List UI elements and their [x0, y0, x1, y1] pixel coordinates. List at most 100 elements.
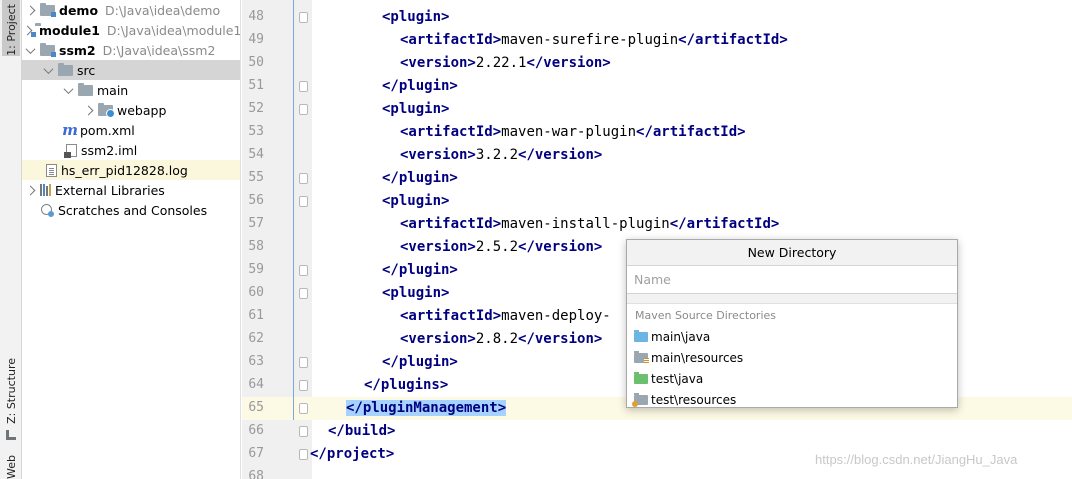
chevron-right-icon[interactable] — [82, 104, 94, 116]
fold-marker-icon[interactable] — [299, 380, 308, 391]
fold-marker-icon[interactable] — [299, 288, 308, 299]
code-content: <artifactId>maven-war-plugin</artifactId… — [400, 123, 746, 142]
chevron-down-icon[interactable] — [24, 44, 36, 56]
maven-icon: m — [62, 121, 78, 139]
xml-tag: </plugin> — [382, 262, 458, 278]
tree-item-src[interactable]: src — [22, 60, 240, 80]
code-content: <version>2.5.2</version> — [400, 238, 602, 257]
chevron-right-icon[interactable] — [24, 4, 36, 16]
code-line[interactable]: 57 <artifactId>maven-install-plugin</arti… — [242, 213, 1072, 236]
tree-item-label: ssm2.iml — [81, 142, 138, 158]
xml-closing-tag: </version> — [526, 55, 611, 71]
fold-marker-icon[interactable] — [299, 449, 308, 460]
fold-marker-icon[interactable] — [299, 265, 308, 276]
code-content: <version>2.22.1</version> — [400, 54, 611, 73]
project-tree: demo D:\Java\idea\demo module1 D:\Java\i… — [22, 0, 241, 479]
code-content: <plugin> — [382, 192, 449, 211]
tree-item-module1[interactable]: module1 D:\Java\idea\module1 — [22, 20, 241, 40]
line-number: 64 — [248, 377, 264, 392]
option-main-resources[interactable]: main\resources — [627, 347, 957, 368]
new-directory-popup: New Directory Maven Source Directories m… — [626, 239, 958, 408]
structure-tool-tab-label: Z: Structure — [4, 358, 18, 424]
module-file-icon — [64, 143, 77, 158]
fold-marker-icon[interactable] — [299, 104, 308, 115]
indent-guide — [293, 0, 294, 420]
code-line[interactable]: 55 </plugin> — [242, 167, 1072, 190]
chevron-right-icon[interactable] — [24, 184, 36, 196]
tree-item-path: D:\Java\idea\module1 — [106, 22, 241, 38]
xml-closing-tag: </version> — [518, 147, 603, 163]
tree-item-label: webapp — [117, 102, 167, 118]
code-content: <version>3.2.2</version> — [400, 146, 602, 165]
xml-closing-tag: </version> — [518, 331, 603, 347]
web-tool-tab[interactable]: Web — [2, 455, 20, 479]
code-line[interactable]: 66 </build> — [242, 420, 1072, 443]
code-line[interactable]: 53 <artifactId>maven-war-plugin</artifact… — [242, 121, 1072, 144]
code-line[interactable]: 54 <version>3.2.2</version> — [242, 144, 1072, 167]
code-content: </plugin> — [382, 261, 458, 280]
tree-item-pom[interactable]: m pom.xml — [22, 120, 240, 140]
code-content: </plugin> — [382, 77, 458, 96]
fold-marker-icon[interactable] — [299, 426, 308, 437]
xml-tag: <version> — [400, 239, 476, 255]
tree-item-external-libraries[interactable]: External Libraries — [22, 180, 240, 200]
tree-item-path: D:\Java\idea\demo — [105, 2, 221, 18]
project-tool-tab[interactable]: 1: Project — [2, 0, 20, 56]
tree-item-label: pom.xml — [80, 122, 135, 138]
module-folder-icon — [40, 2, 56, 17]
xml-tag: </plugins> — [364, 377, 449, 393]
tree-item-log[interactable]: hs_err_pid12828.log — [22, 160, 240, 180]
line-number: 49 — [248, 32, 264, 47]
code-content: <artifactId>maven-surefire-plugin</artif… — [400, 31, 788, 50]
fold-marker-icon[interactable] — [299, 81, 308, 92]
fold-marker-icon[interactable] — [299, 12, 308, 23]
line-number: 50 — [248, 55, 264, 70]
xml-text: maven-surefire-plugin — [501, 32, 679, 48]
code-line[interactable]: 48 <plugin> — [242, 6, 1072, 29]
tree-item-path: D:\Java\idea\ssm2 — [102, 42, 216, 58]
code-line[interactable]: 49 <artifactId>maven-surefire-plugin</art… — [242, 29, 1072, 52]
xml-text: maven-deploy- — [501, 308, 611, 324]
structure-icon — [6, 429, 16, 440]
structure-tool-tab[interactable]: Z: Structure — [2, 358, 20, 442]
line-number: 66 — [248, 423, 264, 438]
xml-closing-tag: </artifactId> — [669, 216, 780, 232]
code-content: <plugin> — [382, 8, 449, 27]
tool-window-stripe: 1: Project Z: Structure Web — [0, 0, 22, 479]
option-test-resources[interactable]: test\resources — [627, 389, 957, 410]
tree-item-iml[interactable]: ssm2.iml — [22, 140, 240, 160]
xml-tag: <artifactId> — [400, 124, 502, 140]
fold-marker-icon[interactable] — [299, 403, 308, 414]
code-line[interactable]: 50 <version>2.22.1</version> — [242, 52, 1072, 75]
code-line[interactable]: 56 <plugin> — [242, 190, 1072, 213]
tree-item-label: hs_err_pid12828.log — [61, 162, 188, 178]
tree-item-main[interactable]: main — [22, 80, 240, 100]
fold-marker-icon[interactable] — [299, 173, 308, 184]
option-test-java[interactable]: test\java — [627, 368, 957, 389]
scratches-icon — [40, 203, 54, 217]
directory-name-input[interactable] — [627, 266, 957, 294]
code-line[interactable]: 51 </plugin> — [242, 75, 1072, 98]
test-resources-folder-icon — [632, 392, 648, 407]
folder-icon — [78, 82, 93, 96]
xml-text: 2.5.2 — [475, 239, 519, 255]
tree-item-scratches[interactable]: Scratches and Consoles — [22, 200, 240, 220]
line-number: 51 — [248, 78, 264, 93]
code-line[interactable]: 52 <plugin> — [242, 98, 1072, 121]
code-content: </plugin> — [382, 353, 458, 372]
source-folder-icon — [634, 329, 648, 342]
fold-marker-icon[interactable] — [299, 357, 308, 368]
chevron-down-icon[interactable] — [42, 64, 54, 76]
line-number: 53 — [248, 124, 264, 139]
xml-text: 3.2.2 — [475, 147, 519, 163]
chevron-down-icon[interactable] — [62, 84, 74, 96]
tree-item-webapp[interactable]: webapp — [22, 100, 240, 120]
option-main-java[interactable]: main\java — [627, 326, 957, 347]
fold-marker-icon[interactable] — [299, 196, 308, 207]
chevron-right-icon[interactable] — [24, 24, 31, 36]
tree-item-ssm2[interactable]: ssm2 D:\Java\idea\ssm2 — [22, 40, 240, 60]
text-file-icon — [46, 163, 57, 177]
code-content: <artifactId>maven-install-plugin</artifa… — [400, 215, 779, 234]
tree-item-demo[interactable]: demo D:\Java\idea\demo — [22, 0, 240, 20]
code-line[interactable]: 68 — [242, 466, 1072, 479]
